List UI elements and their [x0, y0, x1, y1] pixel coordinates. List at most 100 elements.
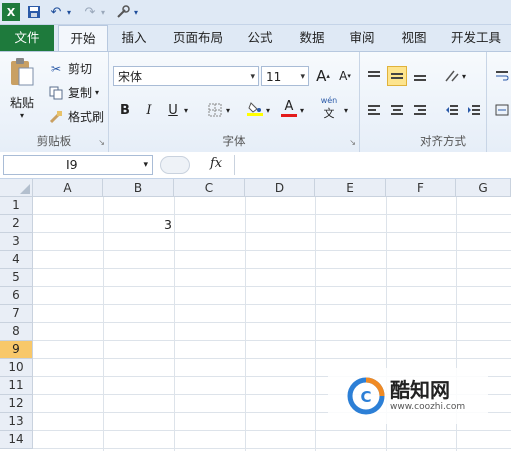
- font-name-dropdown-icon[interactable]: ▾: [250, 67, 255, 87]
- cut-button[interactable]: ✂ 剪切: [48, 60, 92, 77]
- alignment-group-label: 对齐方式: [420, 134, 466, 148]
- phonetic-dropdown-icon[interactable]: ▾: [341, 100, 351, 120]
- coozhi-logo-icon: C: [347, 377, 385, 415]
- paste-dropdown-icon[interactable]: ▾: [20, 111, 24, 120]
- align-middle-button[interactable]: [387, 66, 407, 86]
- column-header-e[interactable]: E: [315, 179, 386, 197]
- tab-review[interactable]: 审阅: [340, 25, 384, 51]
- customize-qat-dropdown-icon[interactable]: ▾: [132, 3, 140, 21]
- borders-dropdown-icon[interactable]: ▾: [223, 100, 233, 120]
- grid-line: [33, 286, 511, 287]
- tab-developer[interactable]: 开发工具: [444, 25, 508, 51]
- cut-label: 剪切: [68, 62, 93, 76]
- excel-logo-icon[interactable]: X: [2, 3, 20, 21]
- row-header[interactable]: 12: [0, 395, 33, 413]
- format-painter-button[interactable]: 格式刷: [48, 108, 104, 125]
- formula-bar: I9 ▾ fx: [0, 152, 511, 179]
- italic-button[interactable]: I: [139, 100, 159, 120]
- font-color-dropdown-icon[interactable]: ▾: [297, 100, 307, 120]
- clipboard-launcher-icon[interactable]: ↘: [98, 138, 105, 147]
- tab-page-layout[interactable]: 页面布局: [166, 25, 230, 51]
- row-header-active[interactable]: 9: [0, 341, 33, 359]
- copy-label: 复制: [68, 86, 93, 100]
- paintbrush-icon: [48, 110, 64, 124]
- row-header[interactable]: 2: [0, 215, 33, 233]
- row-header[interactable]: 11: [0, 377, 33, 395]
- underline-dropdown-icon[interactable]: ▾: [181, 100, 191, 120]
- select-all-corner[interactable]: [0, 179, 33, 197]
- orientation-icon: [445, 70, 459, 82]
- borders-button[interactable]: [205, 100, 225, 120]
- align-center-button[interactable]: [387, 100, 407, 120]
- row-header[interactable]: 8: [0, 323, 33, 341]
- underline-button[interactable]: U: [163, 100, 183, 120]
- row-header[interactable]: 10: [0, 359, 33, 377]
- copy-dropdown-icon[interactable]: ▾: [95, 88, 99, 97]
- fill-color-button[interactable]: [245, 98, 265, 118]
- redo-icon[interactable]: ↷: [82, 3, 98, 21]
- font-launcher-icon[interactable]: ↘: [349, 138, 356, 147]
- tab-file[interactable]: 文件: [0, 25, 54, 51]
- font-size-value: 11: [266, 70, 282, 84]
- grow-font-icon: A: [316, 67, 327, 85]
- column-header-f[interactable]: F: [386, 179, 456, 197]
- shrink-font-button[interactable]: A ▾: [335, 66, 355, 86]
- insert-function-button[interactable]: fx: [210, 156, 222, 171]
- align-middle-icon: [391, 73, 403, 79]
- row-header[interactable]: 7: [0, 305, 33, 323]
- alignment-group: ▾ 对齐方式: [360, 52, 487, 152]
- wrap-text-button[interactable]: [492, 66, 511, 86]
- tab-insert[interactable]: 插入: [112, 25, 156, 51]
- align-bottom-icon: [414, 75, 426, 81]
- bold-button[interactable]: B: [115, 100, 135, 120]
- paste-button[interactable]: 粘贴 ▾: [4, 56, 40, 120]
- column-header-c[interactable]: C: [174, 179, 245, 197]
- orientation-button[interactable]: ▾: [442, 66, 468, 86]
- merge-icon: [495, 104, 509, 116]
- row-header[interactable]: 1: [0, 197, 33, 215]
- copy-button[interactable]: 复制 ▾: [48, 84, 99, 101]
- align-bottom-button[interactable]: [410, 66, 430, 86]
- decrease-indent-button[interactable]: [442, 100, 462, 120]
- border-icon: [208, 103, 222, 117]
- align-right-button[interactable]: [410, 100, 430, 120]
- align-top-button[interactable]: [364, 66, 384, 86]
- name-box[interactable]: I9 ▾: [3, 155, 153, 175]
- increase-indent-button[interactable]: [464, 100, 484, 120]
- font-size-dropdown-icon[interactable]: ▾: [300, 67, 305, 87]
- row-header[interactable]: 4: [0, 251, 33, 269]
- tab-home[interactable]: 开始: [58, 25, 108, 52]
- save-icon[interactable]: [26, 3, 42, 21]
- undo-dropdown-icon[interactable]: ▾: [64, 3, 74, 21]
- column-header-g[interactable]: G: [456, 179, 511, 197]
- redo-dropdown-icon[interactable]: ▾: [98, 3, 108, 21]
- cell-b2[interactable]: 3: [104, 216, 172, 233]
- customize-tool-icon[interactable]: [114, 3, 132, 21]
- grow-font-button[interactable]: A ▴: [313, 66, 333, 86]
- column-header-a[interactable]: A: [33, 179, 103, 197]
- undo-icon[interactable]: ↶: [48, 3, 64, 21]
- tab-view[interactable]: 视图: [392, 25, 436, 51]
- watermark-url: www.coozhi.com: [390, 402, 466, 412]
- row-header[interactable]: 3: [0, 233, 33, 251]
- row-header[interactable]: 5: [0, 269, 33, 287]
- align-left-button[interactable]: [364, 100, 384, 120]
- formula-input[interactable]: [234, 155, 511, 175]
- column-header-b[interactable]: B: [103, 179, 174, 197]
- name-box-dropdown-icon[interactable]: ▾: [143, 156, 148, 174]
- grid-line: [33, 448, 511, 449]
- font-size-combo[interactable]: 11 ▾: [261, 66, 309, 86]
- row-header[interactable]: 14: [0, 431, 33, 449]
- merge-center-button[interactable]: [492, 100, 511, 120]
- font-name-combo[interactable]: 宋体 ▾: [113, 66, 259, 86]
- fill-color-dropdown-icon[interactable]: ▾: [263, 100, 273, 120]
- svg-text:C: C: [360, 388, 371, 406]
- tab-formulas[interactable]: 公式: [240, 25, 280, 51]
- row-header[interactable]: 13: [0, 413, 33, 431]
- font-color-button[interactable]: A: [279, 98, 299, 118]
- align-right-icon: [414, 105, 426, 115]
- phonetic-button[interactable]: wén 文: [317, 96, 341, 120]
- tab-data[interactable]: 数据: [290, 25, 334, 51]
- column-header-d[interactable]: D: [245, 179, 315, 197]
- row-header[interactable]: 6: [0, 287, 33, 305]
